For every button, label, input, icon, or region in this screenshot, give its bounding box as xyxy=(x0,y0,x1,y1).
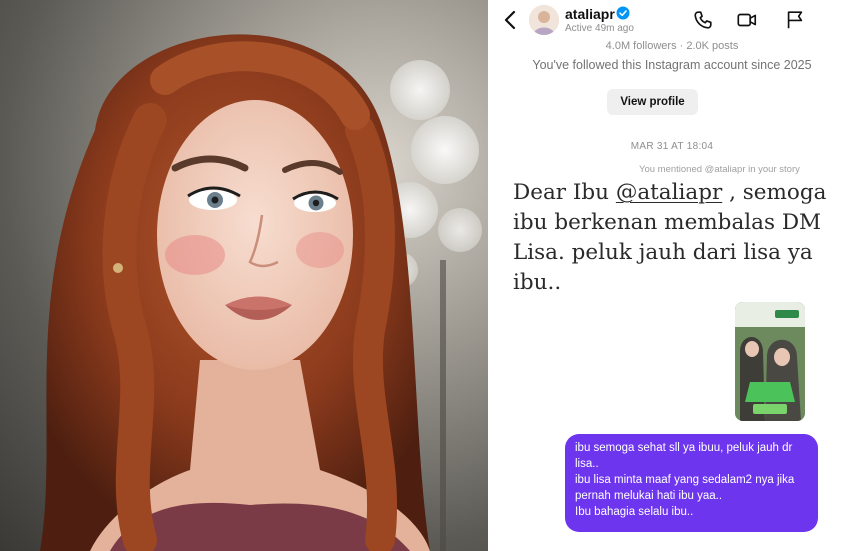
story-line-2: ibu berkenan membalas DM xyxy=(513,210,822,235)
avatar[interactable] xyxy=(529,5,559,35)
story-line-1-prefix: Dear Ibu xyxy=(513,180,616,205)
message-date: MAR 31 AT 18:04 xyxy=(630,141,714,152)
profile-photo xyxy=(0,0,488,551)
story-line-1-suffix: , semoga xyxy=(722,180,827,205)
active-status: Active 49m ago xyxy=(565,23,634,34)
message-line-3: Ibu bahagia selalu ibu.. xyxy=(575,506,694,518)
back-icon[interactable] xyxy=(499,8,523,32)
story-thumbnail[interactable] xyxy=(735,302,805,421)
phone-icon[interactable] xyxy=(692,9,714,31)
story-thumbnail-image xyxy=(735,302,805,421)
instagram-dm-panel: ataliapr Active 49m ago 4.0M followers ·… xyxy=(491,0,853,551)
story-reply-text: Dear Ibu @ataliapr , semoga ibu berkenan… xyxy=(513,178,849,298)
profile-stats: 4.0M followers · 2.0K posts xyxy=(605,40,739,52)
flag-icon[interactable] xyxy=(784,9,806,31)
verified-icon xyxy=(616,6,630,20)
story-line-1: Dear Ibu @ataliapr , semoga xyxy=(513,178,849,208)
outgoing-message-bubble[interactable]: ibu semoga sehat sll ya ibuu, peluk jauh… xyxy=(565,434,818,532)
message-line-1: ibu semoga sehat sll ya ibuu, peluk jauh… xyxy=(575,442,793,470)
chat-header: ataliapr Active 49m ago xyxy=(491,0,853,44)
woman-portrait-image xyxy=(40,34,482,551)
video-icon[interactable] xyxy=(736,9,758,31)
story-mention-handle[interactable]: @ataliapr xyxy=(616,180,722,205)
story-line-3: Lisa. peluk jauh dari lisa ya xyxy=(513,240,813,265)
followed-since-text: You've followed this Instagram account s… xyxy=(532,58,812,72)
story-line-4: ibu.. xyxy=(513,270,562,295)
view-profile-button[interactable]: View profile xyxy=(607,89,698,115)
avatar-image xyxy=(529,5,559,35)
message-line-2: ibu lisa minta maaf yang sedalam2 nya ji… xyxy=(575,474,795,502)
story-mention-notice: You mentioned @ataliapr in your story xyxy=(639,164,800,175)
username[interactable]: ataliapr xyxy=(565,6,615,22)
